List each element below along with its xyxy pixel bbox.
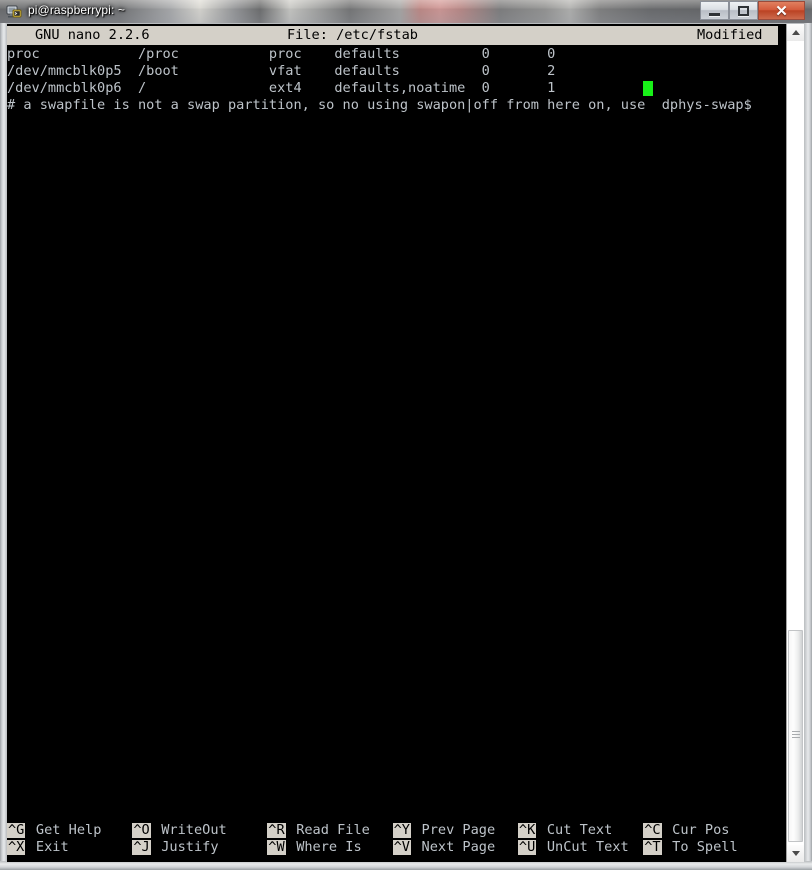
nano-line-text: /dev/mmcblk0p5 /boot vfat defaults 0 2: [7, 63, 556, 79]
nano-version-label: GNU nano 2.2.6: [35, 27, 150, 43]
nano-file-label: File: /etc/fstab: [287, 27, 418, 43]
window-frame-right-edge: [804, 23, 812, 870]
nano-text-line: /dev/mmcblk0p5 /boot vfat defaults 0 2: [7, 63, 786, 80]
nano-text-line: proc /proc proc defaults 0 0: [7, 46, 786, 63]
shortcut-key[interactable]: ^C: [643, 823, 662, 838]
close-button[interactable]: ✕: [758, 1, 805, 20]
shortcut-label: Next Page: [421, 839, 496, 855]
shortcut-key[interactable]: ^W: [267, 840, 286, 855]
scroll-up-arrow-icon[interactable]: [787, 24, 804, 41]
shortcut-label: Cur Pos: [672, 822, 730, 838]
shortcut-key[interactable]: ^O: [132, 823, 151, 838]
putty-terminal-icon: [6, 3, 23, 20]
scrollbar-grip-icon: [792, 731, 800, 741]
nano-line-text: # a swapfile is not a swap partition, so…: [7, 97, 752, 113]
window-title-text: pi@raspberrypi: ~: [28, 3, 125, 17]
shortcut-label: WriteOut: [161, 822, 227, 838]
nano-shortcut-row-2: ^X Exit ^J Justify ^W Where Is ^V Next Page ^U Un…: [7, 839, 786, 856]
shortcut-label: Get Help: [35, 822, 102, 838]
vertical-scrollbar[interactable]: [786, 24, 804, 862]
window-titlebar[interactable]: pi@raspberrypi: ~ ✕: [0, 0, 812, 24]
text-cursor: [643, 81, 654, 96]
shortcut-label: UnCut Text: [546, 839, 629, 855]
shortcut-label: Read File: [296, 822, 370, 838]
nano-shortcut-bar: ^G Get Help ^O WriteOut ^R Read File ^Y Prev Pa…: [7, 822, 786, 858]
window-frame-bottom-edge: [0, 861, 812, 870]
minimize-icon: [701, 2, 728, 19]
shortcut-label: Justify: [161, 839, 219, 855]
nano-text-line: # a swapfile is not a swap partition, so…: [7, 97, 786, 114]
scrollbar-track[interactable]: [787, 41, 804, 845]
shortcut-key[interactable]: ^J: [132, 840, 151, 855]
terminal-screen[interactable]: GNU nano 2.2.6 File: /etc/fstab Modified…: [7, 24, 786, 862]
shortcut-key[interactable]: ^R: [267, 823, 286, 838]
maximize-icon: [730, 2, 757, 19]
shortcut-key[interactable]: ^Y: [392, 823, 411, 838]
minimize-button[interactable]: [700, 1, 729, 20]
nano-text-line: /dev/mmcblk0p6 / ext4 defaults,noatime 0…: [7, 80, 786, 97]
nano-line-text: proc /proc proc defaults 0 0: [7, 46, 556, 62]
shortcut-key[interactable]: ^V: [392, 840, 411, 855]
nano-text-area[interactable]: proc /proc proc defaults 0 0/dev/mmcblk0…: [7, 46, 786, 114]
shortcut-key[interactable]: ^U: [517, 840, 537, 855]
terminal-window: pi@raspberrypi: ~ ✕ GNU nano 2.2.6 File:…: [0, 0, 812, 870]
shortcut-label: Exit: [35, 839, 69, 855]
shortcut-label: Prev Page: [421, 822, 496, 838]
nano-titlebar: GNU nano 2.2.6 File: /etc/fstab Modified: [7, 26, 778, 45]
scrollbar-thumb[interactable]: [788, 630, 803, 842]
close-icon: ✕: [775, 2, 788, 20]
shortcut-label: Where Is: [296, 839, 362, 855]
scroll-down-arrow-icon[interactable]: [787, 845, 804, 862]
maximize-button[interactable]: [729, 1, 758, 20]
nano-shortcut-row-1: ^G Get Help ^O WriteOut ^R Read File ^Y Prev Pa…: [7, 822, 786, 839]
shortcut-key[interactable]: ^X: [7, 840, 26, 855]
shortcut-label: To Spell: [672, 839, 738, 855]
shortcut-key[interactable]: ^G: [7, 823, 26, 838]
shortcut-label: Cut Text: [546, 822, 613, 838]
shortcut-key[interactable]: ^T: [643, 840, 662, 855]
shortcut-key[interactable]: ^K: [517, 823, 537, 838]
nano-line-text: /dev/mmcblk0p6 / ext4 defaults,noatime 0…: [7, 80, 556, 96]
nano-modified-label: Modified: [697, 27, 763, 43]
